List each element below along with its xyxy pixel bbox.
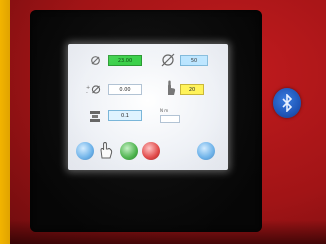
bluetooth-badge[interactable] [273, 88, 301, 118]
tolerance-value-field[interactable]: 0.00 [108, 84, 142, 95]
hand-icon[interactable] [98, 141, 114, 162]
blue-circle-button-left[interactable] [76, 142, 94, 160]
pressure-value-field[interactable]: 20 [180, 84, 204, 95]
stack-icon [88, 110, 102, 125]
speed-value-field[interactable]: 50 [180, 55, 208, 66]
plus-minus-diameter-icon: + - [86, 84, 102, 97]
diameter-icon [89, 55, 101, 68]
green-circle-button[interactable] [120, 142, 138, 160]
yellow-strip [0, 0, 10, 244]
step-value-field[interactable]: 0.1 [108, 110, 142, 121]
diameter-slash-icon [160, 53, 176, 69]
bluetooth-icon [282, 94, 293, 112]
unit-value-field[interactable] [160, 115, 180, 123]
red-circle-button[interactable] [142, 142, 160, 160]
unit-label: N m [160, 108, 169, 113]
blue-circle-button-right[interactable] [197, 142, 215, 160]
device-photo: 23.00 50 + - 0.00 20 0.1 N m [0, 0, 326, 244]
hand-point-icon [163, 80, 177, 98]
diameter-value-field[interactable]: 23.00 [108, 55, 142, 66]
svg-text:-: - [86, 90, 88, 95]
touch-screen: 23.00 50 + - 0.00 20 0.1 N m [68, 44, 228, 170]
